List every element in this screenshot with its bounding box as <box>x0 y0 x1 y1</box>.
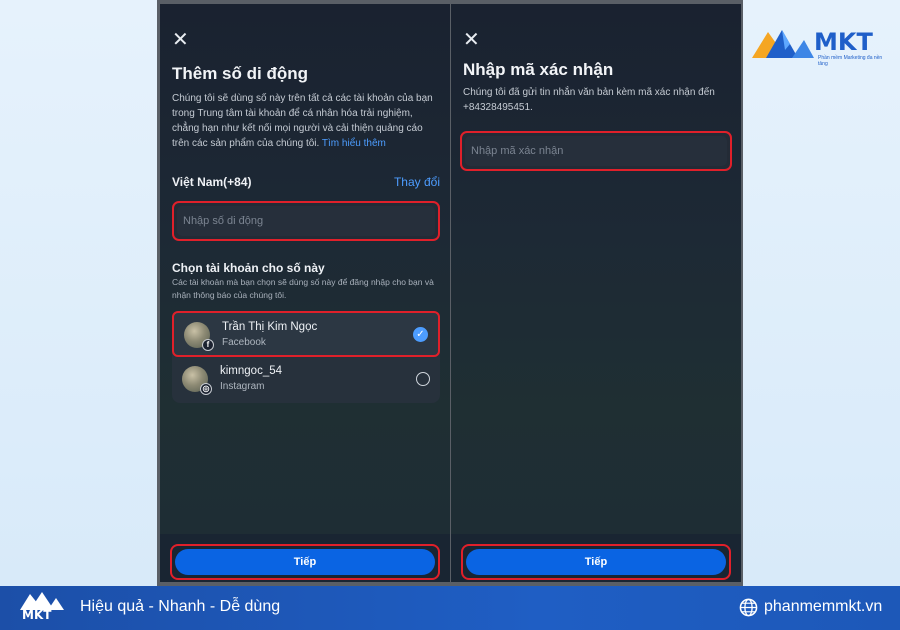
footer-banner: MKT Hiệu quả - Nhanh - Dễ dùng phanmemmk… <box>0 586 900 630</box>
logo-tagline: Phần mềm Marketing đa nền tảng <box>818 55 883 67</box>
account-name: kimngoc_54 <box>220 365 283 377</box>
close-icon[interactable]: ✕ <box>463 30 480 50</box>
section-description: Các tài khoản mà bạn chọn sẽ dùng số này… <box>172 277 434 300</box>
globe-icon <box>739 598 758 617</box>
next-button-highlight: Tiếp <box>170 544 440 580</box>
code-input-placeholder: Nhập mã xác nhận <box>471 145 564 157</box>
facebook-icon: f <box>202 339 214 351</box>
radio-button[interactable] <box>416 372 430 386</box>
add-phone-screen: ✕ Thêm số di động Chúng tôi sẽ dùng số n… <box>160 4 450 582</box>
page-title: Nhập mã xác nhận <box>463 60 614 79</box>
mountain-logo-icon <box>20 592 64 610</box>
section-title: Chọn tài khoản cho số này <box>172 261 325 275</box>
slogan: Hiệu quả - Nhanh - Dễ dùng <box>80 598 281 615</box>
account-name: Trần Thị Kim Ngọc <box>222 321 318 333</box>
verify-code-screen: ✕ Nhập mã xác nhận Chúng tôi đã gửi tin … <box>451 4 741 582</box>
footer-logo-text: MKT <box>22 608 52 622</box>
account-platform: Facebook <box>222 337 266 348</box>
account-item-facebook[interactable]: f Trần Thị Kim Ngọc Facebook ✓ <box>172 311 440 357</box>
footer-logo: MKT <box>20 590 68 626</box>
next-button-highlight: Tiếp <box>461 544 731 580</box>
close-icon[interactable]: ✕ <box>172 30 189 50</box>
account-list: f Trần Thị Kim Ngọc Facebook ✓ ◎ kimngoc… <box>172 311 440 403</box>
phone-input-placeholder: Nhập số di động <box>183 215 264 227</box>
description: Chúng tôi sẽ dùng số này trên tất cả các… <box>172 91 440 151</box>
instagram-icon: ◎ <box>200 383 212 395</box>
description-text: Chúng tôi sẽ dùng số này trên tất cả các… <box>172 93 433 149</box>
account-platform: Instagram <box>220 381 265 392</box>
mountain-logo-icon <box>752 30 814 58</box>
account-item-instagram[interactable]: ◎ kimngoc_54 Instagram <box>172 357 440 403</box>
phone-input[interactable]: Nhập số di động <box>172 201 440 241</box>
checkmark-icon[interactable]: ✓ <box>413 327 428 342</box>
code-input[interactable]: Nhập mã xác nhận <box>460 131 732 171</box>
page-title: Thêm số di động <box>172 64 308 83</box>
next-button[interactable]: Tiếp <box>175 549 435 575</box>
country-code: Việt Nam(+84) <box>172 175 252 189</box>
change-country-link[interactable]: Thay đổi <box>394 175 440 189</box>
description: Chúng tôi đã gửi tin nhắn văn bản kèm mã… <box>463 87 715 113</box>
mkt-logo: MKT Phần mềm Marketing đa nền tảng <box>752 26 892 67</box>
learn-more-link[interactable]: Tìm hiểu thêm <box>322 138 386 149</box>
website-link[interactable]: phanmemmkt.vn <box>764 598 882 616</box>
next-button[interactable]: Tiếp <box>466 549 726 575</box>
logo-text: MKT <box>814 28 873 56</box>
